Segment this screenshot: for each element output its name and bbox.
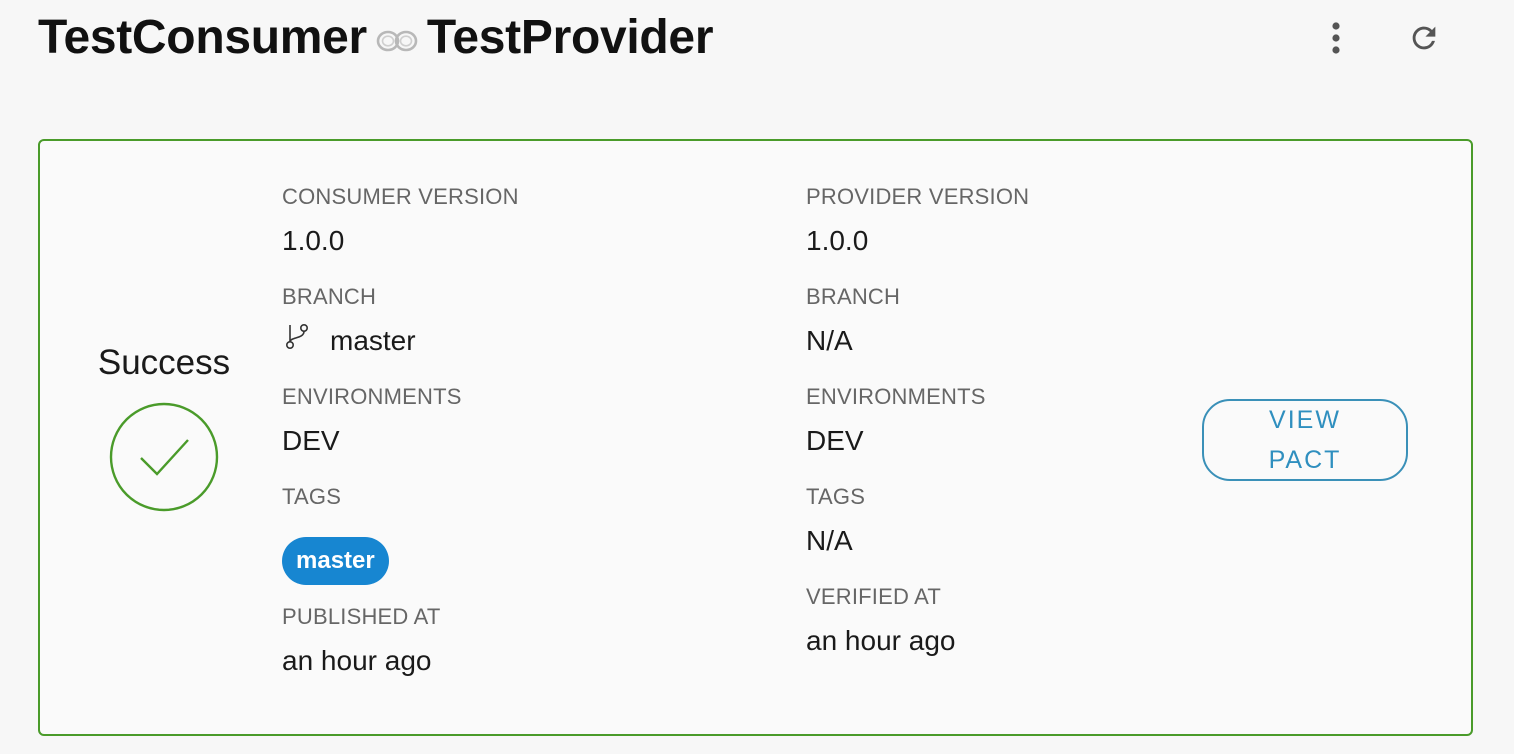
consumer-published-label: PUBLISHED AT (282, 604, 441, 629)
consumer-environments-value: DEV (282, 425, 340, 456)
more-vertical-icon[interactable] (1318, 20, 1354, 56)
consumer-branch-value: master (330, 325, 416, 356)
provider-version-value: 1.0.0 (806, 225, 869, 256)
refresh-icon[interactable] (1406, 20, 1442, 56)
consumer-published-field: PUBLISHED AT an hour ago (282, 603, 519, 679)
pact-card: Success CONSUMER VERSION 1.0.0 BRANCH ma… (38, 139, 1473, 736)
provider-environments-field: ENVIRONMENTS DEV (806, 383, 1029, 459)
provider-environments-value: DEV (806, 425, 864, 456)
provider-version-field: PROVIDER VERSION 1.0.0 (806, 183, 1029, 259)
consumer-environments-field: ENVIRONMENTS DEV (282, 383, 519, 459)
provider-verified-value: an hour ago (806, 625, 956, 656)
consumer-tags-field: TAGS master (282, 483, 519, 585)
consumer-environments-label: ENVIRONMENTS (282, 384, 462, 409)
status-label: Success (97, 343, 231, 382)
provider-tags-value: N/A (806, 525, 853, 556)
check-circle-icon (108, 401, 220, 513)
consumer-details: CONSUMER VERSION 1.0.0 BRANCH master ENV… (282, 183, 519, 703)
provider-environments-label: ENVIRONMENTS (806, 384, 986, 409)
git-branch-icon (286, 323, 308, 349)
provider-name: TestProvider (426, 11, 714, 64)
provider-branch-value: N/A (806, 325, 853, 356)
consumer-name: TestConsumer (38, 11, 367, 64)
provider-verified-label: VERIFIED AT (806, 584, 942, 609)
status-block: Success (84, 343, 244, 513)
provider-tags-label: TAGS (806, 484, 866, 509)
view-pact-button[interactable]: VIEW PACT (1202, 399, 1408, 481)
provider-branch-label: BRANCH (806, 284, 901, 309)
consumer-published-value: an hour ago (282, 645, 432, 676)
provider-version-label: PROVIDER VERSION (806, 184, 1030, 209)
provider-details: PROVIDER VERSION 1.0.0 BRANCH N/A ENVIRO… (806, 183, 1029, 683)
page-title: TestConsumer TestProvider (38, 6, 714, 70)
provider-verified-field: VERIFIED AT an hour ago (806, 583, 1029, 659)
tag-chip-master[interactable]: master (282, 537, 389, 585)
consumer-branch-value-row: master (282, 323, 519, 359)
infinity-link-icon (371, 21, 423, 61)
consumer-tags-label: TAGS (282, 484, 342, 509)
consumer-branch-field: BRANCH master (282, 283, 519, 359)
consumer-version-value: 1.0.0 (282, 225, 345, 256)
provider-tags-field: TAGS N/A (806, 483, 1029, 559)
provider-branch-field: BRANCH N/A (806, 283, 1029, 359)
consumer-branch-label: BRANCH (282, 284, 377, 309)
consumer-version-label: CONSUMER VERSION (282, 184, 519, 209)
header-actions (1318, 20, 1442, 56)
consumer-version-field: CONSUMER VERSION 1.0.0 (282, 183, 519, 259)
